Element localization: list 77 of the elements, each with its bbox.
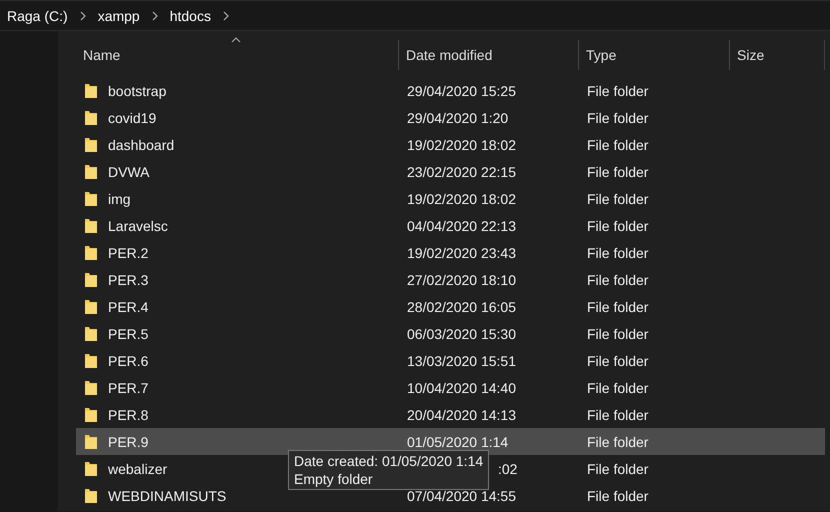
date-modified: 13/03/2020 15:51 <box>407 352 516 368</box>
sort-caret-icon <box>231 37 241 43</box>
folder-icon <box>84 488 98 504</box>
folder-icon <box>84 272 98 288</box>
breadcrumb-item[interactable]: xampp <box>98 8 140 24</box>
file-name: WEBDINAMISUTS <box>108 488 226 504</box>
file-name: PER.8 <box>108 406 148 422</box>
date-modified: 19/02/2020 23:43 <box>407 244 516 260</box>
date-modified: 19/02/2020 18:02 <box>407 136 516 152</box>
breadcrumb-item[interactable]: Raga (C:) <box>7 8 68 24</box>
file-type: File folder <box>586 244 650 260</box>
file-type: File folder <box>586 434 650 450</box>
folder-icon <box>84 190 98 206</box>
folder-icon <box>84 434 98 450</box>
file-type: File folder <box>586 136 650 152</box>
file-name: dashboard <box>108 136 174 152</box>
column-header[interactable]: Type <box>579 40 730 70</box>
file-name: PER.4 <box>108 298 148 314</box>
folder-icon <box>84 380 98 396</box>
breadcrumb-item[interactable]: htdocs <box>170 8 211 24</box>
file-type: File folder <box>586 460 650 476</box>
date-modified: 06/03/2020 15:30 <box>407 326 516 342</box>
date-modified: 29/04/2020 15:25 <box>407 82 516 98</box>
chevron-right-icon <box>152 10 158 20</box>
file-type: File folder <box>586 352 650 368</box>
file-type: File folder <box>586 298 650 314</box>
file-name: PER.2 <box>108 244 148 260</box>
folder-icon <box>84 244 98 260</box>
file-type: File folder <box>586 218 650 234</box>
file-name: PER.5 <box>108 326 148 342</box>
file-type: File folder <box>586 190 650 206</box>
folder-icon <box>84 136 98 152</box>
file-name: img <box>108 190 131 206</box>
file-name: covid19 <box>108 110 156 126</box>
file-type: File folder <box>586 326 650 342</box>
tooltip: Date created: 01/05/2020 1:14 Empty folder <box>288 450 490 490</box>
date-modified: 01/05/2020 1:14 <box>407 434 508 450</box>
folder-icon <box>84 460 98 476</box>
chevron-right-icon <box>222 10 229 20</box>
date-modified: 20/04/2020 14:13 <box>407 406 516 422</box>
file-name: PER.9 <box>108 434 148 450</box>
date-modified: 07/04/2020 14:55 <box>407 488 516 504</box>
file-type: File folder <box>586 164 650 180</box>
date-modified: 10/04/2020 14:40 <box>407 380 516 396</box>
folder-icon <box>84 352 98 368</box>
date-modified: 04/04/2020 22:13 <box>407 218 516 234</box>
folder-icon <box>84 110 98 126</box>
column-header[interactable]: Name <box>76 40 399 70</box>
chevron-right-icon <box>80 10 86 20</box>
date-modified: :02 <box>498 460 518 476</box>
folder-icon <box>84 218 98 234</box>
folder-icon <box>84 406 98 422</box>
date-modified: 19/02/2020 18:02 <box>407 190 516 206</box>
date-modified: 29/04/2020 1:20 <box>407 110 508 126</box>
folder-icon <box>84 326 98 342</box>
file-type: File folder <box>586 406 650 422</box>
file-name: bootstrap <box>108 82 166 98</box>
column-header[interactable]: Size <box>730 40 825 70</box>
file-name: PER.3 <box>108 272 148 288</box>
file-type: File folder <box>586 82 650 98</box>
date-modified: 23/02/2020 22:15 <box>407 164 516 180</box>
folder-icon <box>84 82 98 98</box>
column-header[interactable]: Date modified <box>399 40 579 70</box>
file-type: File folder <box>586 488 650 504</box>
file-type: File folder <box>586 272 650 288</box>
file-name: DVWA <box>108 164 150 180</box>
date-modified: 28/02/2020 16:05 <box>407 298 516 314</box>
folder-icon <box>84 298 98 314</box>
file-name: PER.6 <box>108 352 148 368</box>
file-type: File folder <box>586 380 650 396</box>
file-row[interactable]: PER.9 01/05/2020 1:14 File folder <box>76 428 825 455</box>
date-modified: 27/02/2020 18:10 <box>407 272 516 288</box>
file-type: File folder <box>586 110 650 126</box>
file-name: webalizer <box>108 460 168 476</box>
file-name: PER.7 <box>108 380 148 396</box>
file-name: Laravelsc <box>108 218 168 234</box>
folder-icon <box>84 164 98 180</box>
